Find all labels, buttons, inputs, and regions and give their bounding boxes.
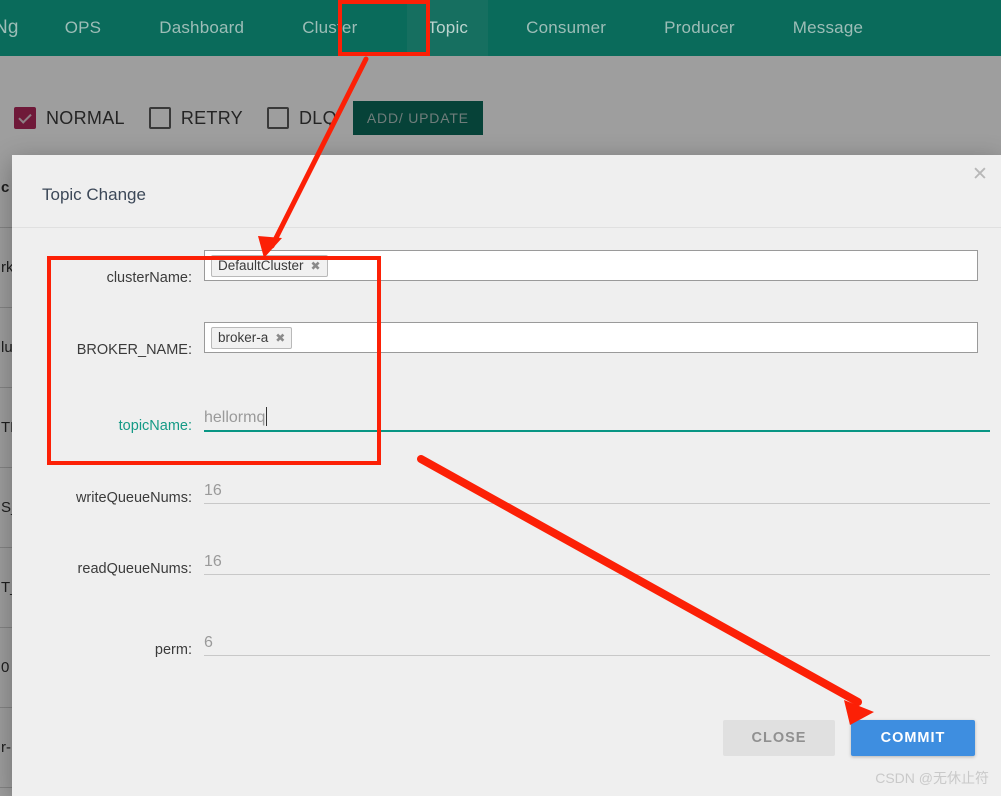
nav-item-message[interactable]: Message [785, 0, 871, 56]
dialog-actions: CLOSE COMMIT [723, 720, 975, 756]
field-row-topic-name: topicName: hellormq [12, 376, 1001, 456]
broker-name-chip-input[interactable]: broker-a ✖ [204, 322, 978, 353]
field-row-broker-name: BROKER_NAME: broker-a ✖ [12, 300, 1001, 380]
field-row-cluster-name: clusterName: DefaultCluster ✖ [12, 228, 1001, 308]
field-row-read-queue-nums: readQueueNums: 16 [12, 519, 1001, 599]
field-label-cluster-name: clusterName: [106, 270, 192, 286]
chip-remove-icon[interactable]: ✖ [311, 259, 321, 273]
field-row-perm: perm: 6 [12, 600, 1001, 680]
read-queue-nums-input[interactable]: 16 [204, 541, 990, 575]
field-row-write-queue-nums: writeQueueNums: 16 [12, 448, 1001, 528]
nav-item-topic[interactable]: Topic [407, 0, 489, 56]
chip-broker-a[interactable]: broker-a ✖ [211, 326, 293, 349]
field-control-topic-name[interactable]: hellormq [204, 398, 990, 432]
top-navigation-bar: Ng OPS Dashboard Cluster Topic Consumer … [0, 0, 1001, 56]
field-control-read-queue-nums[interactable]: 16 [204, 541, 990, 575]
nav-brand[interactable]: Ng [0, 0, 27, 56]
topic-name-input[interactable]: hellormq [204, 398, 990, 432]
topic-change-dialog: ✕ Topic Change clusterName: DefaultClust… [12, 155, 1001, 796]
watermark: CSDN @无休止符 [875, 770, 989, 786]
screenshot-root: NORMAL RETRY DLQ ADD/ UPDATE c rk lu TE … [0, 0, 1001, 796]
close-icon[interactable]: ✕ [969, 164, 991, 186]
field-label-write-queue-nums: writeQueueNums: [75, 490, 192, 506]
nav-item-cluster[interactable]: Cluster [294, 0, 365, 56]
chip-label: broker-a [218, 330, 269, 345]
field-control-perm[interactable]: 6 [204, 622, 990, 656]
commit-button[interactable]: COMMIT [851, 720, 975, 756]
field-label-broker-name: BROKER_NAME: [76, 342, 192, 358]
chip-default-cluster[interactable]: DefaultCluster ✖ [211, 254, 328, 277]
cluster-name-chip-input[interactable]: DefaultCluster ✖ [204, 250, 978, 281]
nav-item-dashboard[interactable]: Dashboard [151, 0, 252, 56]
field-control-cluster-name[interactable]: DefaultCluster ✖ [204, 250, 978, 281]
field-control-broker-name[interactable]: broker-a ✖ [204, 322, 978, 353]
chip-remove-icon[interactable]: ✖ [275, 331, 285, 345]
field-label-perm: perm: [154, 642, 192, 658]
nav-item-ops[interactable]: OPS [57, 0, 110, 56]
chip-label: DefaultCluster [218, 258, 304, 273]
field-label-read-queue-nums: readQueueNums: [77, 561, 192, 577]
write-queue-nums-input[interactable]: 16 [204, 470, 990, 504]
perm-input[interactable]: 6 [204, 622, 990, 656]
field-control-write-queue-nums[interactable]: 16 [204, 470, 990, 504]
nav-item-producer[interactable]: Producer [656, 0, 743, 56]
close-button[interactable]: CLOSE [723, 720, 835, 756]
dialog-title: Topic Change [42, 185, 146, 204]
dialog-form: clusterName: DefaultCluster ✖ BROKER_NAM… [12, 228, 1001, 706]
text-caret [266, 407, 268, 426]
topic-name-value: hellormq [204, 409, 266, 426]
nav-item-consumer[interactable]: Consumer [518, 0, 614, 56]
field-label-topic-name: topicName: [118, 418, 192, 434]
